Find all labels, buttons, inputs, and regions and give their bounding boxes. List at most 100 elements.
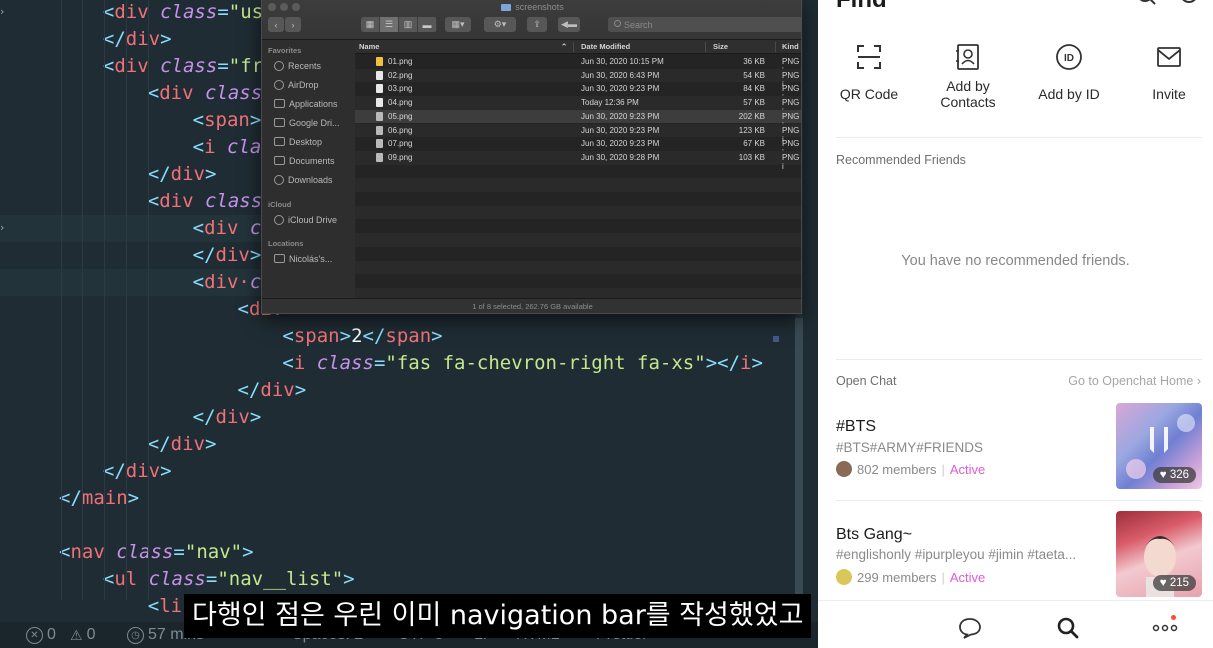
action-qr-code[interactable]: QR Code	[819, 40, 919, 102]
code-token: >	[204, 163, 217, 185]
code-line[interactable]: <i class="fas fa-chevron-right fa-xs"></…	[168, 350, 763, 377]
warnings-count: 0	[86, 626, 96, 643]
icloud-header: iCloud	[268, 200, 292, 209]
code-token: class	[160, 55, 218, 77]
file-name: 04.png	[388, 98, 413, 108]
file-row[interactable]: 09.png Jun 30, 2020 9:28 PM 103 KB PNG i	[355, 150, 801, 171]
chat-thumbnail: ♥ 326	[1116, 403, 1202, 489]
file-name: 03.png	[388, 84, 413, 94]
file-row[interactable]: 04.pngToday 12:36 PM57 KBPNG i	[355, 96, 801, 116]
action-label: Invite	[1152, 86, 1186, 102]
more-dots-icon	[1152, 624, 1178, 632]
gallery-view-button[interactable]: ▬	[418, 17, 437, 32]
sidebar-item-favorite[interactable]: Google Dri...	[274, 115, 340, 130]
file-list[interactable]: Name ⌃ Date Modified Size Kind 01.png Jun…	[355, 40, 801, 302]
file-row[interactable]: 05.pngJun 30, 2020 9:23 PM202 KBPNG i	[355, 109, 801, 130]
list-view-button[interactable]: ☰	[380, 17, 399, 32]
file-date: Jun 30, 2020 9:23 PM	[581, 111, 660, 121]
file-date: Today 12:36 PM	[581, 98, 639, 108]
file-size: 57 KB	[743, 98, 765, 108]
file-date: Jun 30, 2020 10:15 PM	[581, 57, 664, 66]
go-to-openchat-link[interactable]: Go to Openchat Home ›	[1068, 374, 1201, 388]
code-token: "nav__list"	[217, 568, 344, 590]
action-id[interactable]: ID Add by ID	[1019, 40, 1119, 102]
search-icon[interactable]	[1136, 0, 1158, 6]
file-name: 06.png	[388, 125, 413, 135]
action-mail[interactable]: Invite	[1119, 40, 1213, 102]
indent-guide	[104, 0, 105, 600]
code-token: >	[339, 325, 352, 347]
column-kind[interactable]: Kind	[782, 42, 799, 51]
sidebar-item-icloud-drive[interactable]: iCloud Drive	[274, 212, 337, 227]
tab-chats[interactable]	[957, 615, 983, 641]
group-button[interactable]: ▦▾	[445, 17, 471, 32]
open-chat-item-bts-gang[interactable]: Bts Gang~ #englishonly #ipurpleyou #jimi…	[836, 510, 1202, 598]
finder-toolbar: screenshots ‹ › ▦ ☰ ▥ ▬ ▦▾ ⚙▾ ⇪ ◀▬	[262, 0, 801, 40]
code-line[interactable]: </div>	[124, 242, 262, 269]
column-view-button[interactable]: ▥	[399, 17, 418, 32]
file-row[interactable]: 06.png Jun 30, 2020 9:23 PM 123 KB PNG i	[355, 123, 801, 144]
row-stripe	[355, 260, 801, 275]
sidebar-item-favorite[interactable]: Documents	[274, 153, 335, 168]
code-line[interactable]: </div>	[102, 161, 217, 188]
warnings-indicator[interactable]: ⚠ 0	[70, 626, 95, 644]
file-row[interactable]: 07.pngJun 30, 2020 9:23 PM67 KBPNG i	[355, 137, 801, 157]
code-token: >	[751, 352, 763, 374]
sidebar-item-favorite[interactable]: Desktop	[274, 134, 322, 149]
open-chat-item-bts[interactable]: #BTS #BTS#ARMY#FRIENDS 802 members | Act…	[836, 402, 1202, 490]
code-line[interactable]: </div>	[124, 404, 262, 431]
chat-app-panel: Find QR Code Add by Contacts ID Add by ID In…	[818, 0, 1213, 648]
open-chat-title: Open Chat	[836, 374, 897, 388]
action-gear-button[interactable]: ⚙▾	[484, 17, 516, 32]
tab-find[interactable]	[1055, 615, 1081, 641]
finder-window[interactable]: screenshots ‹ › ▦ ☰ ▥ ▬ ▦▾ ⚙▾ ⇪ ◀▬ Favor…	[261, 0, 802, 314]
sidebar-item-label: iCloud Drive	[288, 214, 338, 225]
sidebar-item-favorite[interactable]: Applications	[274, 96, 338, 111]
sidebar-item-favorite[interactable]: Recents	[274, 58, 321, 73]
settings-gear-icon[interactable]	[1178, 0, 1200, 6]
file-date: Jun 30, 2020 9:28 PM	[581, 152, 660, 162]
editor-scrollbar-thumb[interactable]	[795, 318, 803, 600]
recommended-friends-title: Recommended Friends	[836, 153, 966, 167]
column-size[interactable]: Size	[713, 42, 728, 51]
code-line[interactable]: <nav class="nav">	[59, 539, 254, 566]
sidebar-item-computer[interactable]: Nicolás's...	[274, 251, 332, 266]
chat-tags: #englishonly #ipurpleyou #jimin #taeta..…	[836, 547, 1077, 562]
back-button[interactable]: ‹	[268, 17, 284, 32]
action-contacts[interactable]: Add by Contacts	[918, 40, 1018, 110]
share-button[interactable]: ⇪	[527, 17, 547, 32]
code-line[interactable]: <ul class="nav__list">	[80, 566, 355, 593]
errors-indicator[interactable]: ✕ 0	[26, 626, 56, 644]
forward-button[interactable]: ›	[285, 17, 301, 32]
finder-status-bar: 1 of 8 selected, 262.76 GB available	[262, 298, 801, 313]
column-date-modified[interactable]: Date Modified	[581, 42, 630, 51]
icon-view-button[interactable]: ▦	[361, 17, 380, 32]
contacts-icon	[951, 40, 985, 74]
sort-chevron-icon[interactable]: ⌃	[561, 42, 567, 51]
tag-button[interactable]: ◀▬	[558, 17, 580, 32]
file-row[interactable]: 01.pngJun 30, 2020 10:15 PM36 KBPNG i	[355, 55, 801, 75]
sidebar-item-favorite[interactable]: AirDrop	[274, 77, 319, 92]
file-row[interactable]: 03.pngJun 30, 2020 9:23 PM84 KBPNG i	[355, 82, 801, 102]
code-token: div	[125, 28, 161, 50]
code-line[interactable]: </div>	[146, 377, 307, 404]
tab-more[interactable]	[1152, 615, 1178, 641]
code-line[interactable]: </div>	[102, 431, 217, 458]
sidebar-item-favorite[interactable]: Downloads	[274, 172, 333, 187]
fold-chevron-icon[interactable]: ›	[0, 222, 8, 234]
action-label: QR Code	[839, 86, 899, 102]
fold-chevron-icon[interactable]: ›	[0, 6, 8, 18]
active-status: Active	[949, 461, 986, 477]
code-line[interactable]: <span>2</span>	[168, 323, 442, 350]
file-row[interactable]: 02.png Jun 30, 2020 6:43 PM 54 KB PNG i	[355, 68, 801, 89]
member-count: 299 members	[857, 569, 937, 585]
heart-icon: ♥	[1159, 577, 1167, 589]
finder-search-input[interactable]	[608, 17, 801, 32]
code-line[interactable]: </main>	[59, 485, 139, 512]
column-name[interactable]: Name	[359, 42, 379, 51]
chat-name: Bts Gang~	[836, 526, 913, 543]
